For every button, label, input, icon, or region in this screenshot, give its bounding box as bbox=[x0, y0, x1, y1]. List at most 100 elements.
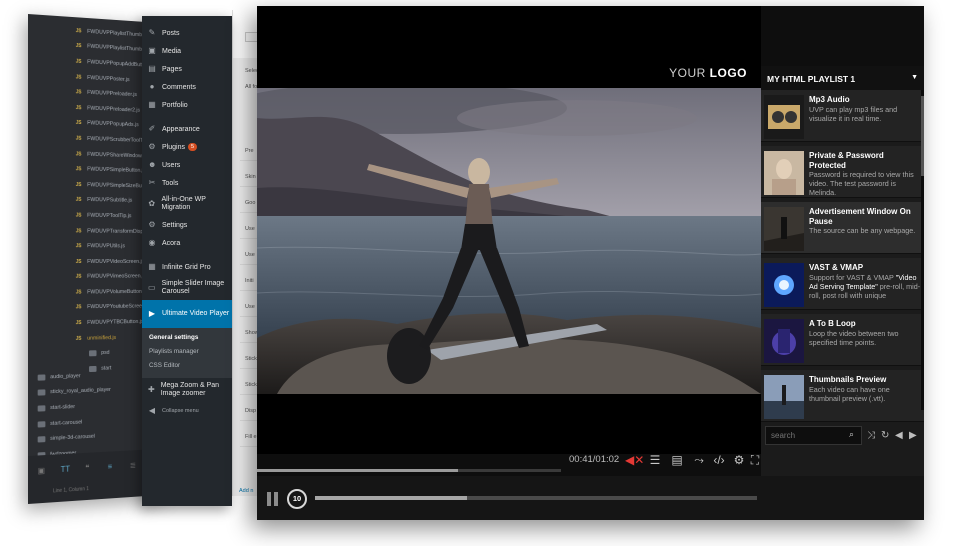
wp-menu-item-infinite-grid-pro[interactable]: ▦ Infinite Grid Pro bbox=[142, 258, 232, 276]
editor-file-name: FWDUVPYTBCButton.js bbox=[87, 319, 144, 326]
wp-menu-label: Media bbox=[162, 47, 182, 55]
grid-icon: ▦ bbox=[148, 262, 156, 271]
wp-menu-item-users[interactable]: ☻ Users bbox=[142, 156, 232, 174]
editor-file-name: FWDUVPPlaylistThumbs.js bbox=[87, 43, 150, 54]
wp-menu-item-ultimate-video-player[interactable]: ▶ Ultimate Video Player bbox=[142, 300, 232, 328]
playlist-thumbnail bbox=[764, 207, 804, 251]
wp-menu-item-simple-slider-image-carousel[interactable]: ▭ Simple Slider Image Carousel bbox=[142, 276, 232, 300]
wp-menu-item-tools[interactable]: ✂ Tools bbox=[142, 174, 232, 192]
js-file-icon: JS bbox=[75, 135, 82, 142]
editor-file-name: FWDUVPYoutubeScreen.js bbox=[87, 303, 150, 311]
migration-icon: ✿ bbox=[148, 199, 156, 208]
next-icon[interactable]: ▶ bbox=[909, 430, 917, 441]
js-file-icon: JS bbox=[75, 243, 82, 250]
playlist-toggle-icon[interactable]: ☰ bbox=[647, 452, 663, 468]
loop-icon[interactable]: ↻ bbox=[881, 430, 889, 441]
wp-menu-item-comments[interactable]: ● Comments bbox=[142, 78, 232, 96]
folder-icon bbox=[37, 405, 46, 412]
wp-menu-item-plugins[interactable]: ⚙ Plugins 5 bbox=[142, 138, 232, 156]
playlist-item[interactable]: Mp3 Audio UVP can play mp3 files and visu… bbox=[761, 90, 924, 142]
playlist-item[interactable]: Private & Password Protected Password is … bbox=[761, 146, 924, 198]
wp-menu-item-settings[interactable]: ⚙ Settings bbox=[142, 216, 232, 234]
js-file-icon: JS bbox=[75, 89, 82, 96]
volume-mute-icon[interactable]: ◀✕ bbox=[625, 452, 644, 468]
quote-icon[interactable]: ❝ bbox=[85, 463, 89, 472]
wp-submenu-item[interactable]: CSS Editor bbox=[142, 359, 232, 373]
playlist-item-description: The source can be any webpage. bbox=[809, 226, 916, 235]
wp-submenu-item[interactable]: Playlists manager bbox=[142, 345, 232, 359]
shuffle-icon[interactable]: ⤨ bbox=[867, 430, 875, 441]
js-file-icon: JS bbox=[75, 58, 82, 65]
js-file-icon: JS bbox=[75, 104, 82, 111]
wp-submenu-item[interactable]: General settings bbox=[142, 331, 232, 345]
scrollbar-handle[interactable] bbox=[921, 96, 924, 176]
playlist-header[interactable]: MY HTML PLAYLIST 1 ▼ bbox=[761, 66, 924, 90]
wp-menu-item-media[interactable]: ▣ Media bbox=[142, 42, 232, 60]
playlist-scrollbar[interactable] bbox=[921, 90, 924, 410]
js-file-icon: JS bbox=[75, 150, 82, 158]
playlist-item[interactable]: Advertisement Window On Pause The source … bbox=[761, 202, 924, 254]
comments-icon: ● bbox=[149, 82, 155, 91]
wp-menu-label: Plugins bbox=[162, 143, 185, 151]
playlist-thumbnail bbox=[764, 95, 804, 139]
portfolio-icon: ▦ bbox=[148, 100, 156, 109]
playlist-controls: ⌕ ⤨ ↻ ◀ ▶ bbox=[761, 422, 924, 450]
editor-file-name: FWDUVPPreloader.js bbox=[87, 89, 137, 99]
playlist-item[interactable]: A To B Loop Loop the video between two sp… bbox=[761, 314, 924, 366]
wp-menu-item-acora[interactable]: ◉ Acora bbox=[142, 234, 232, 252]
wp-menu-label: Infinite Grid Pro bbox=[162, 263, 211, 271]
chevron-down-icon[interactable]: ▼ bbox=[911, 74, 918, 81]
video-area[interactable]: YOUR LOGO 00:41/01:02 ◀✕ ☰ ▤ ⤳ ‹/› ⚙ ⛶ bbox=[257, 6, 761, 472]
rewind-10-button[interactable]: 10 bbox=[287, 489, 307, 509]
playlist-item-description: Loop the video between two specified tim… bbox=[809, 329, 899, 348]
wp-admin-menu: ✎ Posts ▣ Media ▤ Pages ● Comments ▦ Portfolio ✐ Ap… bbox=[142, 16, 232, 506]
editor-file-name: FWDUVPVideoScreen.js bbox=[87, 258, 145, 265]
subtitle-icon[interactable]: ▤ bbox=[669, 452, 685, 468]
wp-menu-item-portfolio[interactable]: ▦ Portfolio bbox=[142, 96, 232, 114]
pages-icon: ▤ bbox=[148, 64, 156, 73]
settings-field-label: Use bbox=[245, 252, 255, 258]
settings-field-label: Stick bbox=[245, 382, 257, 388]
wp-menu-label: Posts bbox=[162, 29, 180, 37]
wp-menu-item-pages[interactable]: ▤ Pages bbox=[142, 60, 232, 78]
playlist-item[interactable]: Thumbnails Preview Each video can have on… bbox=[761, 370, 924, 422]
embed-code-icon[interactable]: ‹/› bbox=[711, 452, 727, 468]
playlist-item[interactable]: VAST & VMAP Support for VAST & VMAP "Vide… bbox=[761, 258, 924, 310]
zoom-icon: ✚ bbox=[148, 385, 155, 394]
search-icon[interactable]: ⌕ bbox=[849, 429, 854, 440]
playlist-thumbnail bbox=[764, 375, 804, 419]
panel-icon[interactable]: ▣ bbox=[38, 466, 45, 475]
wp-menu-item-all-in-one-wp-migration[interactable]: ✿ All-in-One WP Migration bbox=[142, 192, 232, 216]
wp-submenu: General settings Playlists manager CSS Edi… bbox=[142, 328, 232, 378]
js-file-icon: JS bbox=[75, 335, 82, 342]
upper-seek-bar[interactable] bbox=[257, 469, 561, 472]
add-new-button[interactable]: Add n bbox=[239, 488, 253, 494]
settings-field-label: Use bbox=[245, 226, 255, 232]
playlist-panel: MY HTML PLAYLIST 1 ▼ Mp3 Audio UVP can pl… bbox=[761, 66, 924, 476]
playlist-search-input[interactable] bbox=[765, 426, 862, 445]
editor-folder-name: psd bbox=[101, 350, 110, 357]
tools-icon: ✂ bbox=[148, 178, 156, 187]
wp-menu-item-mega-zoom-pan-image-zoomer[interactable]: ✚ Mega Zoom & Pan Image zoomer bbox=[142, 378, 232, 402]
editor-folder-name: simple-3d-carousel bbox=[50, 433, 95, 443]
wp-menu-item-collapse-menu[interactable]: ◀ Collapse menu bbox=[142, 402, 232, 420]
align-icon[interactable]: ≣ bbox=[130, 461, 136, 470]
wrap-icon[interactable]: ≡ bbox=[108, 462, 112, 471]
settings-field-label: Disp bbox=[245, 408, 257, 414]
previous-icon[interactable]: ◀ bbox=[895, 430, 903, 441]
editor-file-name: FWDUVPPopupAds.js bbox=[87, 120, 139, 129]
main-seek-bar[interactable] bbox=[315, 496, 757, 500]
pause-button[interactable] bbox=[267, 492, 279, 506]
media-icon: ▣ bbox=[148, 46, 156, 55]
editor-file-name: FWDUVPVimeoScreen.js bbox=[87, 273, 146, 280]
text-size-icon[interactable]: TT bbox=[61, 465, 70, 474]
collapse-icon: ◀ bbox=[148, 406, 156, 415]
playlist-item-title: Advertisement Window On Pause bbox=[809, 207, 911, 226]
settings-icon[interactable]: ⚙ bbox=[731, 452, 747, 468]
video-frame[interactable] bbox=[257, 88, 761, 394]
wp-menu-item-posts[interactable]: ✎ Posts bbox=[142, 24, 232, 42]
wp-menu-item-appearance[interactable]: ✐ Appearance bbox=[142, 120, 232, 138]
playlist-thumbnail bbox=[764, 151, 804, 195]
playlist-item-description: UVP can play mp3 files and visualize it … bbox=[809, 105, 898, 124]
share-icon[interactable]: ⤳ bbox=[691, 452, 707, 468]
